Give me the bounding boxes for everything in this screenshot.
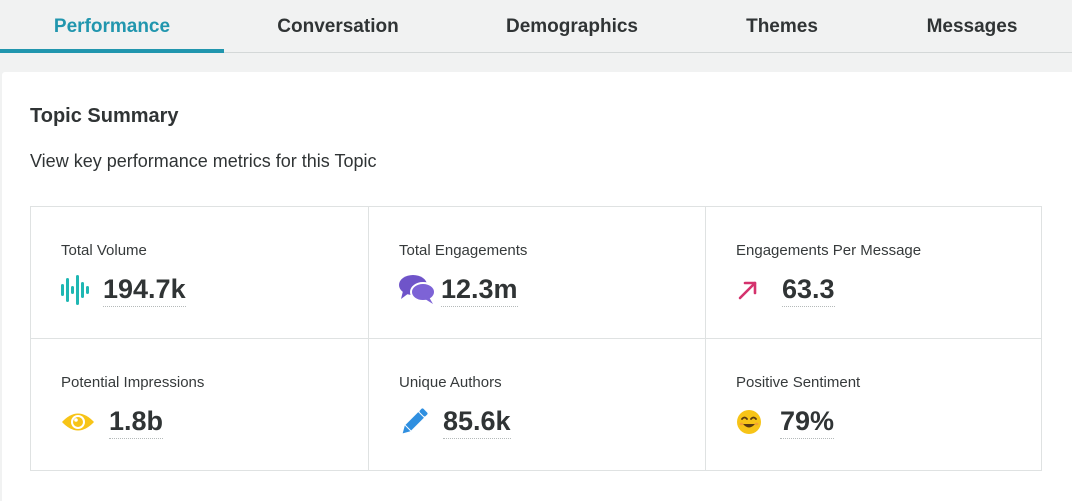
active-tab-indicator bbox=[0, 49, 224, 53]
smiley-icon bbox=[736, 407, 774, 437]
metric-positive-sentiment: Positive Sentiment 79% bbox=[705, 339, 1041, 470]
metric-value[interactable]: 12.3m bbox=[441, 274, 518, 307]
tab-conversation[interactable]: Conversation bbox=[224, 0, 452, 53]
metric-label: Potential Impressions bbox=[61, 374, 205, 391]
tab-messages[interactable]: Messages bbox=[872, 0, 1072, 53]
chat-bubbles-icon bbox=[399, 275, 435, 305]
topic-summary-panel: Topic Summary View key performance metri… bbox=[2, 72, 1072, 501]
volume-bars-icon bbox=[61, 275, 97, 305]
metric-engagements-per-message: Engagements Per Message 63.3 bbox=[705, 207, 1041, 339]
arrow-up-right-icon bbox=[736, 275, 776, 305]
metric-label: Total Engagements bbox=[399, 242, 528, 259]
eye-icon bbox=[61, 407, 103, 437]
section-subtitle: View key performance metrics for this To… bbox=[30, 151, 377, 171]
metric-potential-impressions: Potential Impressions 1.8b bbox=[31, 339, 368, 470]
tab-themes[interactable]: Themes bbox=[692, 0, 872, 53]
tab-bar: Performance Conversation Demographics Th… bbox=[0, 0, 1072, 53]
metric-value[interactable]: 1.8b bbox=[109, 406, 164, 439]
metric-label: Total Volume bbox=[61, 242, 147, 259]
metric-value[interactable]: 194.7k bbox=[103, 274, 186, 307]
metric-label: Unique Authors bbox=[399, 374, 502, 391]
metric-value[interactable]: 85.6k bbox=[443, 406, 511, 439]
metric-total-volume: Total Volume 194.7k bbox=[31, 207, 368, 339]
metric-total-engagements: Total Engagements 12.3m bbox=[368, 207, 705, 339]
metrics-grid: Total Volume 194.7k Total Engagements 12… bbox=[30, 206, 1042, 471]
metric-value[interactable]: 79% bbox=[780, 406, 835, 439]
metric-value[interactable]: 63.3 bbox=[782, 274, 835, 307]
metric-label: Engagements Per Message bbox=[736, 242, 922, 259]
section-title: Topic Summary bbox=[30, 105, 179, 127]
metric-label: Positive Sentiment bbox=[736, 374, 861, 391]
pencil-icon bbox=[399, 407, 437, 437]
metric-unique-authors: Unique Authors 85.6k bbox=[368, 339, 705, 470]
tab-demographics[interactable]: Demographics bbox=[452, 0, 692, 53]
tab-performance[interactable]: Performance bbox=[0, 0, 224, 53]
